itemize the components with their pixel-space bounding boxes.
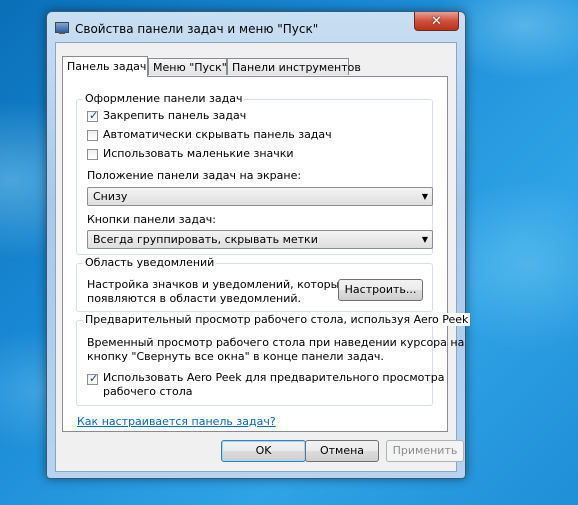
checkmark-icon: ✓ [89, 109, 99, 122]
tab-start-menu[interactable]: Меню "Пуск" [148, 58, 227, 75]
dialog-client-area: Панель задач Меню "Пуск" Панели инструме… [55, 42, 471, 472]
aero-peek-checkbox[interactable]: ✓ [87, 372, 99, 385]
checkbox-label: Автоматически скрывать панель задач [103, 128, 332, 141]
ok-button[interactable]: OK [221, 440, 306, 462]
checkbox-label: Использовать маленькие значки [103, 147, 294, 160]
taskbar-position-select[interactable]: Снизу ▼ [87, 187, 433, 206]
select-value: Снизу [93, 190, 128, 203]
notification-description: Настройка значков и уведомлений, которые [87, 278, 347, 291]
checkbox-label: Использовать Aero Peek для предварительн… [103, 371, 445, 384]
auto-hide-checkbox[interactable] [87, 130, 98, 141]
window-title: Свойства панели задач и меню "Пуск" [75, 22, 319, 36]
apply-button[interactable]: Применить [386, 440, 464, 462]
aero-peek-description: Временный просмотр рабочего стола при на… [87, 336, 465, 349]
close-button[interactable]: ✕ [414, 12, 459, 31]
tab-panel-taskbar: Оформление панели задач ✓ Закрепить пане… [62, 76, 471, 432]
tab-toolbars[interactable]: Панели инструментов [227, 58, 361, 75]
close-icon: ✕ [431, 13, 442, 29]
position-label: Положение панели задач на экране: [87, 169, 302, 182]
group-caption: Область уведомлений [83, 256, 217, 269]
tab-taskbar[interactable]: Панель задач [62, 56, 148, 77]
group-caption: Предварительный просмотр рабочего стола,… [83, 313, 471, 326]
dropdown-arrow-icon: ▼ [421, 235, 428, 244]
checkbox-label: Закрепить панель задач [103, 109, 247, 122]
cancel-button[interactable]: Отмена [305, 440, 379, 462]
taskbar-appearance-group: Оформление панели задач ✓ Закрепить пане… [76, 92, 433, 255]
taskbar-buttons-select[interactable]: Всегда группировать, скрывать метки ▼ [87, 230, 433, 249]
checkmark-icon: ✓ [89, 372, 99, 385]
help-link[interactable]: Как настраивается панель задач? [77, 415, 276, 428]
small-icons-checkbox[interactable] [87, 149, 98, 160]
taskbar-properties-dialog: Свойства панели задач и меню "Пуск" ✕ Па… [46, 11, 471, 479]
notification-description: появляются в области уведомлений. [87, 292, 302, 305]
select-value: Всегда группировать, скрывать метки [93, 233, 318, 246]
customize-button[interactable]: Настроить... [338, 279, 423, 301]
buttons-label: Кнопки панели задач: [87, 213, 216, 226]
title-bar[interactable]: Свойства панели задач и меню "Пуск" ✕ [47, 12, 465, 42]
aero-peek-description: кнопку "Свернуть все окна" в конце панел… [87, 350, 384, 363]
checkbox-label: рабочего стола [103, 385, 193, 398]
aero-peek-group: Предварительный просмотр рабочего стола,… [76, 313, 471, 406]
dropdown-arrow-icon: ▼ [421, 192, 428, 201]
group-caption: Оформление панели задач [83, 92, 245, 105]
taskbar-properties-icon [55, 22, 69, 35]
lock-taskbar-checkbox[interactable]: ✓ [87, 109, 99, 122]
notification-area-group: Область уведомлений Настройка значков и … [76, 256, 433, 312]
